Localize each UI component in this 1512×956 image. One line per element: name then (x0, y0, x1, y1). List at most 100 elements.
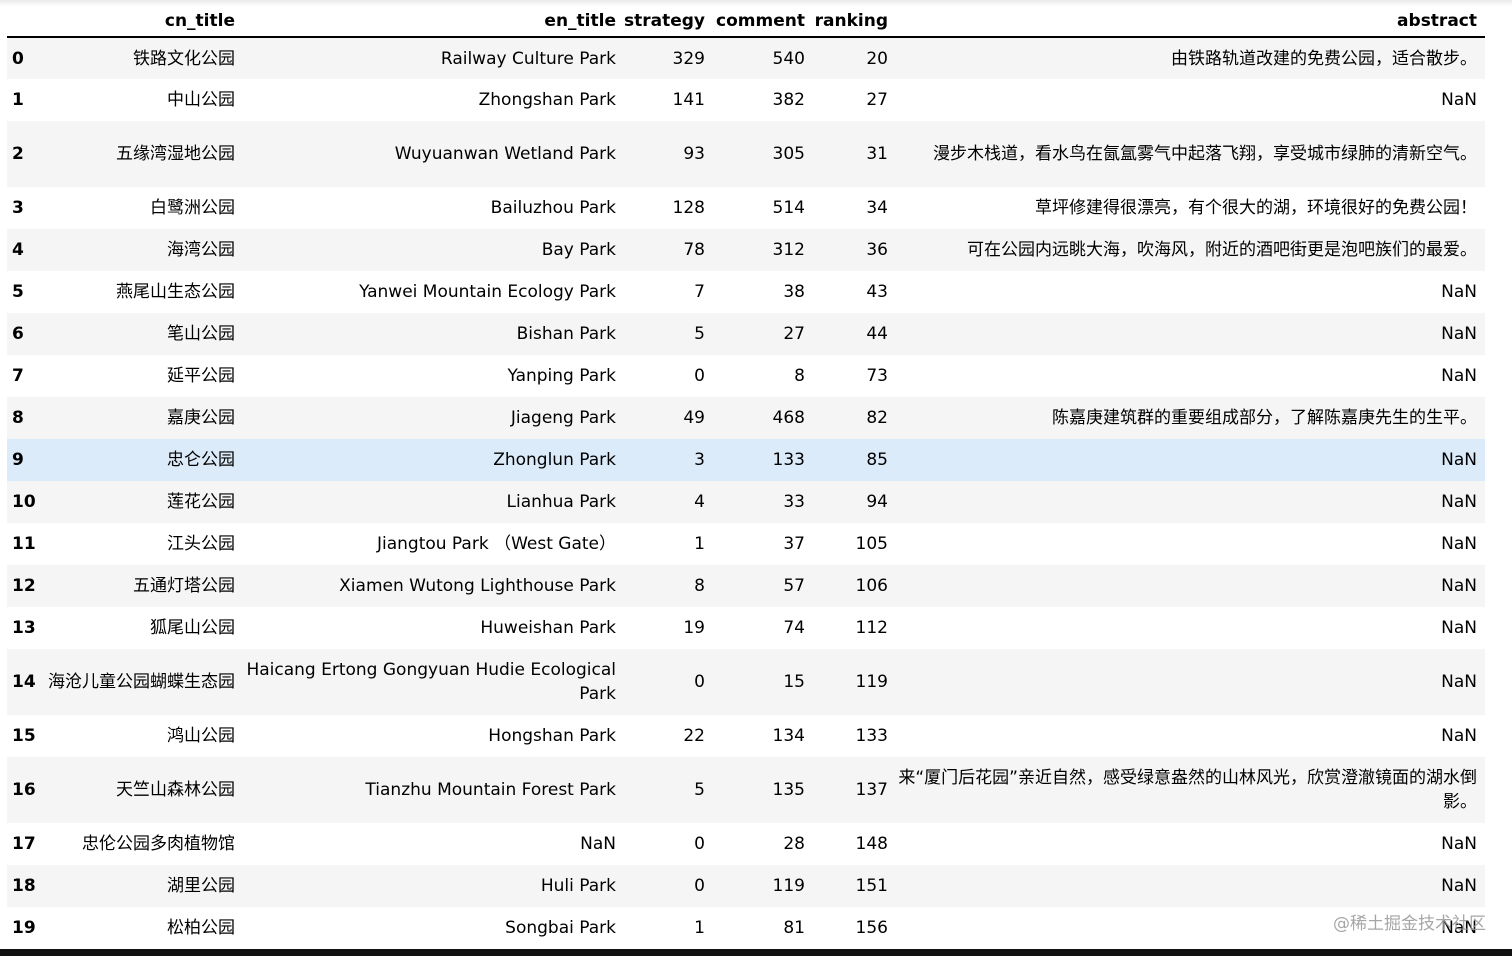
cell-ranking: 105 (855, 534, 888, 554)
table-row: 12 五通灯塔公园 Xiamen Wutong Lighthouse Park 8 57… (7, 565, 1485, 607)
row-index: 18 (12, 876, 36, 896)
table-row: 18 湖里公园 Huli Park 0 119 151 NaN (7, 865, 1485, 907)
table-body: 0 铁路文化公园 Railway Culture Park 329 540 20 由铁路轨道… (7, 37, 1485, 949)
cell-ranking: 137 (855, 780, 888, 800)
row-index: 4 (12, 240, 24, 260)
cell-strategy: 7 (694, 282, 705, 302)
cell-abstract: NaN (1441, 576, 1477, 596)
cell-en-title: Yanping Park (507, 366, 616, 386)
column-header-strategy: strategy (624, 6, 713, 38)
cell-comment: 8 (794, 366, 805, 386)
cell-en-title: Zhongshan Park (478, 90, 616, 110)
row-index: 16 (12, 780, 36, 800)
cell-cn-title: 五缘湾湿地公园 (116, 144, 235, 164)
cell-cn-title: 嘉庚公园 (167, 408, 235, 428)
cell-strategy: 329 (672, 48, 705, 69)
cell-abstract: 来“厦门后花园”亲近自然，感受绿意盎然的山林风光，欣赏澄澈镜面的湖水倒影。 (898, 768, 1477, 812)
dataframe-table: cn_title en_title strategy comment ranki… (7, 6, 1485, 949)
cell-en-title: Lianhua Park (506, 492, 617, 512)
cell-abstract: 漫步木栈道，看水鸟在氤氲雾气中起落飞翔，享受城市绿肺的清新空气。 (933, 144, 1477, 164)
cell-cn-title: 鸿山公园 (167, 726, 235, 746)
row-index: 15 (12, 726, 36, 746)
cell-comment: 468 (772, 408, 805, 428)
column-header-cn-title: cn_title (47, 6, 243, 38)
cell-cn-title: 忠伦公园多肉植物馆 (82, 834, 235, 854)
row-index: 19 (12, 918, 36, 938)
table-row: 6 笔山公园 Bishan Park 5 27 44 NaN (7, 313, 1485, 355)
cell-ranking: 156 (855, 918, 888, 938)
cell-cn-title: 莲花公园 (167, 492, 235, 512)
cell-abstract: NaN (1441, 534, 1477, 554)
cell-comment: 27 (783, 324, 805, 344)
row-index: 2 (12, 144, 24, 164)
cell-abstract: NaN (1441, 876, 1477, 896)
cell-en-title: Bailuzhou Park (490, 198, 616, 218)
cell-ranking: 112 (855, 618, 888, 638)
cell-ranking: 43 (866, 282, 888, 302)
notebook-output: cn_title en_title strategy comment ranki… (0, 0, 1512, 956)
cell-abstract: NaN (1441, 726, 1477, 746)
table-row: 5 燕尾山生态公园 Yanwei Mountain Ecology Park 7 38 4… (7, 271, 1485, 313)
header-row: cn_title en_title strategy comment ranki… (7, 6, 1485, 38)
cell-comment: 74 (783, 618, 805, 638)
cell-abstract: NaN (1441, 918, 1477, 938)
row-index: 12 (12, 576, 36, 596)
cell-en-title: Hongshan Park (488, 726, 616, 746)
cell-strategy: 22 (683, 726, 705, 746)
cell-en-title: Zhonglun Park (493, 450, 616, 470)
row-index: 8 (12, 408, 24, 428)
cell-strategy: 49 (683, 408, 705, 428)
row-index: 1 (12, 90, 24, 110)
cell-abstract: 可在公园内远眺大海，吹海风，附近的酒吧街更是泡吧族们的最爱。 (967, 240, 1477, 260)
cell-abstract: NaN (1441, 834, 1477, 854)
cell-strategy: 4 (694, 492, 705, 512)
cell-en-title: Bishan Park (516, 324, 616, 344)
cell-abstract: 陈嘉庚建筑群的重要组成部分，了解陈嘉庚先生的生平。 (1052, 408, 1477, 428)
cell-cn-title: 天竺山森林公园 (116, 780, 235, 800)
row-index: 5 (12, 282, 24, 302)
cell-strategy: 141 (672, 90, 705, 110)
cell-en-title: Haicang Ertong Gongyuan Hudie Ecological… (246, 660, 616, 704)
cell-strategy: 0 (694, 366, 705, 386)
cell-en-title: Wuyuanwan Wetland Park (394, 144, 616, 164)
cell-comment: 81 (783, 918, 805, 938)
column-header-comment: comment (713, 6, 813, 38)
row-index: 0 (12, 48, 24, 69)
cell-en-title: NaN (580, 834, 616, 854)
row-index: 6 (12, 324, 24, 344)
cell-en-title: Huweishan Park (480, 618, 616, 638)
cell-ranking: 82 (866, 408, 888, 428)
row-index: 14 (12, 672, 36, 692)
cell-abstract: NaN (1441, 618, 1477, 638)
cell-ranking: 151 (855, 876, 888, 896)
cell-comment: 57 (783, 576, 805, 596)
cell-en-title: Bay Park (541, 240, 616, 260)
cell-en-title: Songbai Park (505, 918, 616, 938)
table-row: 9 忠仑公园 Zhonglun Park 3 133 85 NaN (7, 439, 1485, 481)
cell-abstract: NaN (1441, 672, 1477, 692)
cell-strategy: 128 (672, 198, 705, 218)
cell-cn-title: 中山公园 (167, 90, 235, 110)
cell-comment: 134 (772, 726, 805, 746)
cell-strategy: 3 (694, 450, 705, 470)
cell-strategy: 93 (683, 144, 705, 164)
cell-abstract: NaN (1441, 366, 1477, 386)
table-row: 7 延平公园 Yanping Park 0 8 73 NaN (7, 355, 1485, 397)
cell-ranking: 94 (866, 492, 888, 512)
column-header-abstract: abstract (896, 6, 1485, 38)
index-header (7, 6, 47, 38)
cell-ranking: 133 (855, 726, 888, 746)
cell-en-title: Huli Park (540, 876, 616, 896)
cell-strategy: 0 (694, 876, 705, 896)
cell-strategy: 78 (683, 240, 705, 260)
cell-strategy: 5 (694, 780, 705, 800)
cell-comment: 514 (772, 198, 805, 218)
cell-cn-title: 湖里公园 (167, 876, 235, 896)
cell-abstract: NaN (1441, 492, 1477, 512)
cell-comment: 540 (772, 48, 805, 69)
table-row: 4 海湾公园 Bay Park 78 312 36 可在公园内远眺大海，吹海风，附近的酒吧街… (7, 229, 1485, 271)
row-index: 9 (12, 450, 24, 470)
cell-ranking: 85 (866, 450, 888, 470)
cell-strategy: 1 (694, 918, 705, 938)
table-row: 11 江头公园 Jiangtou Park （West Gate） 1 37 105 NaN (7, 523, 1485, 565)
